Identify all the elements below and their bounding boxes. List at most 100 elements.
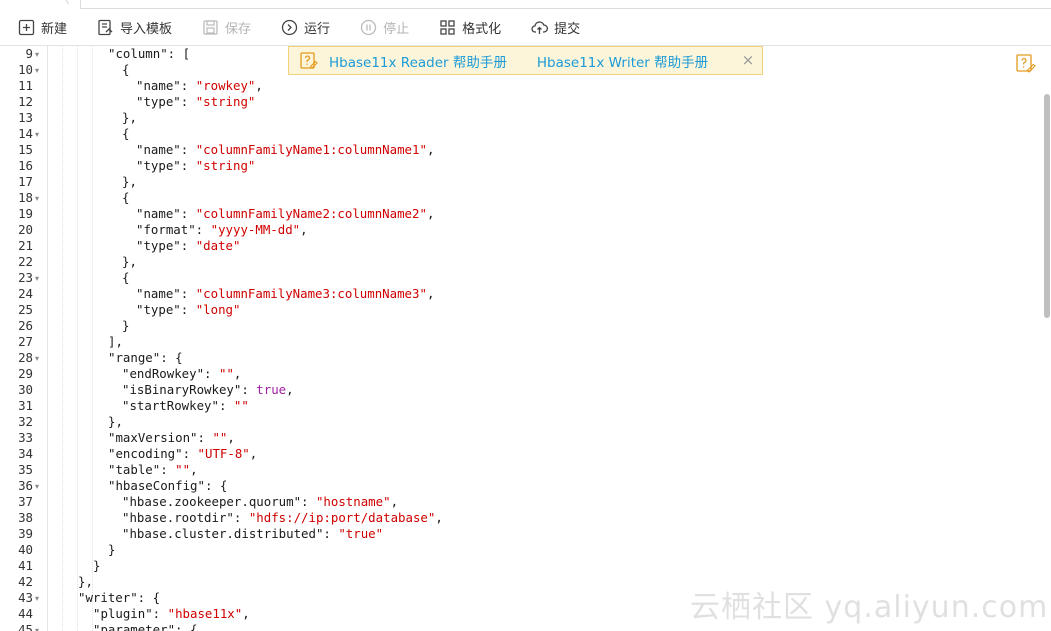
code-line: "table": "", xyxy=(108,462,198,478)
fold-toggle-icon[interactable]: ▾ xyxy=(35,126,39,142)
code-token: { xyxy=(122,126,130,141)
string-token: "date" xyxy=(195,238,241,253)
code-token: "startRowkey": xyxy=(122,398,234,413)
code-line: "hbase.rootdir": "hdfs://ip:port/databas… xyxy=(122,510,443,526)
line-number: 12 xyxy=(18,94,33,109)
string-token: "" xyxy=(218,366,234,381)
tab-strip xyxy=(0,0,1051,10)
close-icon[interactable]: × xyxy=(740,52,756,68)
code-editor[interactable]: 9 ▾ 10 ▾ 11 12 13 14 ▾ 15 16 17 18 ▾ 19 20 21 22 23 ▾ 24 25 26… xyxy=(0,46,1051,631)
code-line: "maxVersion": "", xyxy=(108,430,235,446)
code-token: } xyxy=(108,542,116,557)
string-token: "hbase11x" xyxy=(167,606,243,621)
string-token: "string" xyxy=(195,94,256,109)
string-token: "columnFamilyName1:columnName1" xyxy=(195,142,427,157)
stop-button[interactable]: 停止 xyxy=(360,15,409,41)
import-template-button[interactable]: 导入模板 xyxy=(97,15,172,41)
string-token: "hostname" xyxy=(315,494,391,509)
code-token: "plugin": xyxy=(93,606,168,621)
code-token: , xyxy=(233,366,242,381)
help-doc-icon[interactable] xyxy=(1015,53,1037,75)
format-button-label: 格式化 xyxy=(462,22,502,37)
help-doc-icon xyxy=(300,51,318,69)
help-banner: Hbase11x Reader 帮助手册 Hbase11x Writer 帮助手… xyxy=(288,46,763,75)
code-token: , xyxy=(249,446,258,461)
code-token: "encoding": xyxy=(108,446,198,461)
string-token: "UTF-8" xyxy=(197,446,250,461)
code-line: "encoding": "UTF-8", xyxy=(108,446,257,462)
scrollbar-thumb[interactable] xyxy=(1044,94,1050,318)
code-area[interactable]: "column": [ { "name": "rowkey", "type": "st… xyxy=(48,46,1043,631)
code-token: , xyxy=(426,286,435,301)
code-line: "type": "string" xyxy=(136,158,255,174)
code-line: "name": "columnFamilyName3:columnName3", xyxy=(136,286,434,302)
code-token: "writer": { xyxy=(78,590,161,605)
string-token: "hdfs://ip:port/database" xyxy=(248,510,436,525)
code-token: } xyxy=(93,558,101,573)
watermark: 云栖社区 yq.aliyun.com xyxy=(690,590,1049,625)
code-token: "name": xyxy=(136,142,196,157)
code-line: } xyxy=(93,558,100,574)
code-line: { xyxy=(122,126,129,142)
code-token: }, xyxy=(122,174,137,189)
code-line: "plugin": "hbase11x", xyxy=(93,606,250,622)
line-number: 19 xyxy=(18,206,33,221)
line-number: 16 xyxy=(18,158,33,173)
fold-toggle-icon[interactable]: ▾ xyxy=(35,62,39,78)
code-token: , xyxy=(435,510,443,525)
string-token: "columnFamilyName3:columnName3" xyxy=(195,286,427,301)
keyword-token: true xyxy=(256,382,287,397)
code-line: "type": "long" xyxy=(136,302,240,318)
code-line: ], xyxy=(108,334,123,350)
line-number: 45 xyxy=(18,622,33,631)
line-number: 43 xyxy=(18,590,33,605)
submit-button[interactable]: 提交 xyxy=(531,15,580,41)
code-line: "name": "columnFamilyName2:columnName2", xyxy=(136,206,434,222)
save-button[interactable]: 保存 xyxy=(202,15,251,41)
line-number: 14 xyxy=(18,126,33,141)
fold-toggle-icon[interactable]: ▾ xyxy=(35,350,39,366)
code-token: "name": xyxy=(136,206,196,221)
code-token: "type": xyxy=(136,238,196,253)
fold-toggle-icon[interactable]: ▾ xyxy=(35,46,39,62)
line-number: 26 xyxy=(18,318,33,333)
code-line: "endRowkey": "", xyxy=(122,366,241,382)
code-token: { xyxy=(122,190,130,205)
indent-guide xyxy=(62,46,63,631)
tab-bar-line xyxy=(80,0,1051,9)
code-token: , xyxy=(286,382,294,397)
string-token: "" xyxy=(175,462,191,477)
string-token: "" xyxy=(212,430,228,445)
code-token: , xyxy=(242,606,250,621)
line-number: 25 xyxy=(18,302,33,317)
indent-guide xyxy=(77,46,78,631)
format-button[interactable]: 格式化 xyxy=(439,15,501,41)
reader-help-link[interactable]: Hbase11x Reader 帮助手册 xyxy=(329,51,507,71)
code-token: }, xyxy=(122,110,137,125)
vertical-scrollbar[interactable] xyxy=(1043,46,1051,631)
line-number: 37 xyxy=(18,494,33,509)
fold-toggle-icon[interactable]: ▾ xyxy=(35,590,39,606)
code-line: } xyxy=(108,542,115,558)
code-token: }, xyxy=(108,414,123,429)
new-button[interactable]: 新建 xyxy=(18,15,67,41)
line-number: 30 xyxy=(18,382,33,397)
run-button[interactable]: 运行 xyxy=(281,15,330,41)
code-line: }, xyxy=(78,574,93,590)
fold-toggle-icon[interactable]: ▾ xyxy=(35,190,39,206)
code-token: "column": [ xyxy=(108,46,191,61)
fold-toggle-icon[interactable]: ▾ xyxy=(35,622,39,631)
line-number: 36 xyxy=(18,478,33,493)
line-number: 44 xyxy=(18,606,33,621)
writer-help-link[interactable]: Hbase11x Writer 帮助手册 xyxy=(537,51,708,71)
code-line: "name": "rowkey", xyxy=(136,78,263,94)
fold-toggle-icon[interactable]: ▾ xyxy=(35,478,39,494)
upload-cloud-icon xyxy=(531,21,549,34)
line-number: 31 xyxy=(18,398,33,413)
code-token: , xyxy=(255,78,263,93)
line-number: 38 xyxy=(18,510,33,525)
code-token: , xyxy=(390,494,399,509)
code-line: "startRowkey": "" xyxy=(122,398,249,414)
fold-toggle-icon[interactable]: ▾ xyxy=(35,270,39,286)
save-button-label: 保存 xyxy=(225,22,252,37)
